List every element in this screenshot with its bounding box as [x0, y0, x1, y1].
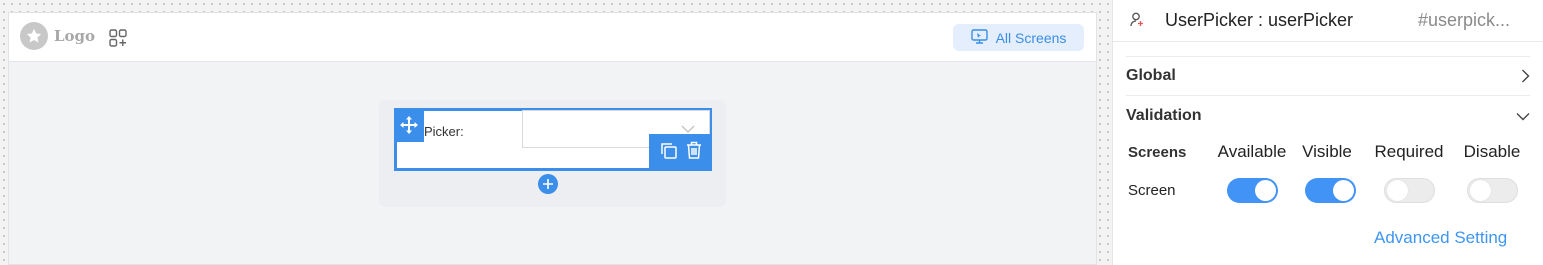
component-id: #userpick...: [1418, 10, 1511, 30]
section-validation-label: Validation: [1126, 107, 1202, 124]
delete-icon[interactable]: [686, 141, 702, 164]
validation-row-screen: Screen: [1113, 178, 1543, 203]
panel-header: UserPicker : userPicker #userpick...: [1113, 0, 1543, 42]
chevron-right-icon: [1522, 69, 1530, 83]
user-add-icon: [1130, 12, 1144, 33]
section-global-label: Global: [1126, 67, 1176, 84]
disable-toggle[interactable]: [1467, 178, 1518, 203]
column-header-screens: Screens: [1128, 144, 1187, 161]
section-validation[interactable]: Validation: [1126, 96, 1530, 136]
user-picker-widget[interactable]: Picker:: [394, 108, 712, 171]
all-screens-button[interactable]: All Screens: [953, 24, 1084, 51]
add-widget-icon[interactable]: [109, 29, 127, 47]
widget-label: Picker:: [424, 124, 464, 139]
section-global[interactable]: Global: [1126, 56, 1530, 96]
canvas-topbar: Logo All Screens: [9, 13, 1096, 62]
move-handle[interactable]: [394, 108, 424, 142]
available-toggle[interactable]: [1227, 178, 1278, 203]
logo-text: Logo: [54, 27, 96, 45]
plus-icon: [543, 179, 553, 189]
validation-header-row: Screens Available Visible Required Disab…: [1113, 141, 1543, 165]
copy-icon[interactable]: [660, 142, 677, 164]
monitor-icon: [970, 28, 988, 47]
chevron-down-icon: [1516, 112, 1530, 120]
row-label-screen: Screen: [1128, 182, 1176, 199]
form-card: Picker:: [379, 100, 726, 207]
column-header-required: Required: [1374, 142, 1444, 161]
add-row-button[interactable]: [538, 174, 558, 194]
chevron-down-icon: [681, 125, 695, 134]
visible-toggle[interactable]: [1305, 178, 1356, 203]
column-header-available: Available: [1217, 142, 1287, 161]
properties-panel: UserPicker : userPicker #userpick... Glo…: [1112, 0, 1543, 265]
required-toggle[interactable]: [1384, 178, 1435, 203]
widget-action-bar: [649, 134, 712, 171]
column-header-visible: Visible: [1302, 142, 1352, 161]
move-icon: [400, 116, 418, 134]
column-header-disable: Disable: [1463, 142, 1521, 161]
design-canvas[interactable]: Logo All Screens Picker:: [8, 12, 1097, 265]
panel-title: UserPicker : userPicker: [1165, 10, 1354, 30]
advanced-setting-link[interactable]: Advanced Setting: [1374, 228, 1507, 248]
logo-star-icon: [20, 22, 48, 50]
all-screens-label: All Screens: [995, 29, 1067, 46]
